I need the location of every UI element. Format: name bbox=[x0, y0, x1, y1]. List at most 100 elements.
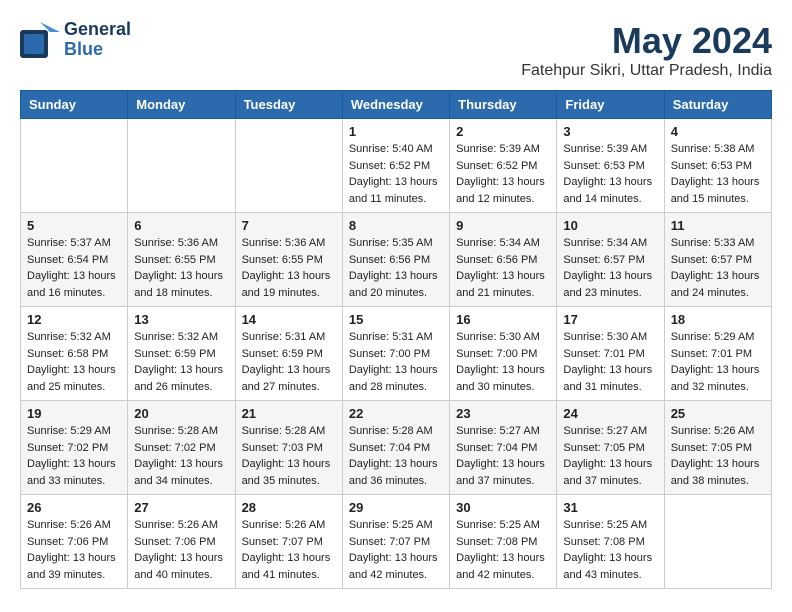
sunset-text: Sunset: 7:07 PM bbox=[242, 536, 323, 548]
calendar-cell: 18 Sunrise: 5:29 AM Sunset: 7:01 PM Dayl… bbox=[664, 307, 771, 401]
sunset-text: Sunset: 7:05 PM bbox=[671, 442, 752, 454]
calendar-cell: 19 Sunrise: 5:29 AM Sunset: 7:02 PM Dayl… bbox=[21, 401, 128, 495]
sunrise-text: Sunrise: 5:32 AM bbox=[134, 331, 218, 343]
daylight-text: Daylight: 13 hours and 36 minutes. bbox=[349, 458, 438, 487]
day-info: Sunrise: 5:37 AM Sunset: 6:54 PM Dayligh… bbox=[27, 235, 121, 301]
day-number: 31 bbox=[563, 500, 657, 515]
sunrise-text: Sunrise: 5:26 AM bbox=[27, 519, 111, 531]
day-info: Sunrise: 5:26 AM Sunset: 7:05 PM Dayligh… bbox=[671, 423, 765, 489]
calendar-day-header: Thursday bbox=[450, 91, 557, 119]
calendar-cell: 17 Sunrise: 5:30 AM Sunset: 7:01 PM Dayl… bbox=[557, 307, 664, 401]
sunset-text: Sunset: 6:57 PM bbox=[671, 254, 752, 266]
day-info: Sunrise: 5:25 AM Sunset: 7:07 PM Dayligh… bbox=[349, 517, 443, 583]
day-info: Sunrise: 5:36 AM Sunset: 6:55 PM Dayligh… bbox=[134, 235, 228, 301]
calendar-day-header: Sunday bbox=[21, 91, 128, 119]
calendar-week-row: 1 Sunrise: 5:40 AM Sunset: 6:52 PM Dayli… bbox=[21, 119, 772, 213]
sunset-text: Sunset: 6:53 PM bbox=[563, 160, 644, 172]
calendar-day-header: Monday bbox=[128, 91, 235, 119]
calendar-cell: 28 Sunrise: 5:26 AM Sunset: 7:07 PM Dayl… bbox=[235, 495, 342, 589]
daylight-text: Daylight: 13 hours and 40 minutes. bbox=[134, 552, 223, 581]
day-number: 19 bbox=[27, 406, 121, 421]
sunset-text: Sunset: 6:53 PM bbox=[671, 160, 752, 172]
sunset-text: Sunset: 6:57 PM bbox=[563, 254, 644, 266]
sunrise-text: Sunrise: 5:39 AM bbox=[563, 143, 647, 155]
daylight-text: Daylight: 13 hours and 41 minutes. bbox=[242, 552, 331, 581]
sunset-text: Sunset: 6:58 PM bbox=[27, 348, 108, 360]
day-info: Sunrise: 5:32 AM Sunset: 6:59 PM Dayligh… bbox=[134, 329, 228, 395]
day-info: Sunrise: 5:32 AM Sunset: 6:58 PM Dayligh… bbox=[27, 329, 121, 395]
sunset-text: Sunset: 6:52 PM bbox=[456, 160, 537, 172]
calendar-cell: 21 Sunrise: 5:28 AM Sunset: 7:03 PM Dayl… bbox=[235, 401, 342, 495]
subtitle: Fatehpur Sikri, Uttar Pradesh, India bbox=[521, 62, 772, 80]
calendar-cell: 11 Sunrise: 5:33 AM Sunset: 6:57 PM Dayl… bbox=[664, 213, 771, 307]
day-number: 17 bbox=[563, 312, 657, 327]
sunset-text: Sunset: 7:01 PM bbox=[671, 348, 752, 360]
sunset-text: Sunset: 7:03 PM bbox=[242, 442, 323, 454]
daylight-text: Daylight: 13 hours and 20 minutes. bbox=[349, 270, 438, 299]
sunset-text: Sunset: 6:59 PM bbox=[134, 348, 215, 360]
sunrise-text: Sunrise: 5:29 AM bbox=[671, 331, 755, 343]
daylight-text: Daylight: 13 hours and 37 minutes. bbox=[563, 458, 652, 487]
sunrise-text: Sunrise: 5:37 AM bbox=[27, 237, 111, 249]
daylight-text: Daylight: 13 hours and 12 minutes. bbox=[456, 176, 545, 205]
daylight-text: Daylight: 13 hours and 32 minutes. bbox=[671, 364, 760, 393]
sunrise-text: Sunrise: 5:27 AM bbox=[456, 425, 540, 437]
day-number: 6 bbox=[134, 218, 228, 233]
daylight-text: Daylight: 13 hours and 16 minutes. bbox=[27, 270, 116, 299]
sunset-text: Sunset: 7:07 PM bbox=[349, 536, 430, 548]
sunset-text: Sunset: 7:01 PM bbox=[563, 348, 644, 360]
day-info: Sunrise: 5:30 AM Sunset: 7:00 PM Dayligh… bbox=[456, 329, 550, 395]
sunset-text: Sunset: 6:56 PM bbox=[349, 254, 430, 266]
daylight-text: Daylight: 13 hours and 14 minutes. bbox=[563, 176, 652, 205]
day-number: 10 bbox=[563, 218, 657, 233]
day-info: Sunrise: 5:28 AM Sunset: 7:02 PM Dayligh… bbox=[134, 423, 228, 489]
calendar-cell: 26 Sunrise: 5:26 AM Sunset: 7:06 PM Dayl… bbox=[21, 495, 128, 589]
day-info: Sunrise: 5:33 AM Sunset: 6:57 PM Dayligh… bbox=[671, 235, 765, 301]
sunset-text: Sunset: 7:02 PM bbox=[134, 442, 215, 454]
sunrise-text: Sunrise: 5:29 AM bbox=[27, 425, 111, 437]
sunset-text: Sunset: 7:02 PM bbox=[27, 442, 108, 454]
calendar-cell: 24 Sunrise: 5:27 AM Sunset: 7:05 PM Dayl… bbox=[557, 401, 664, 495]
day-info: Sunrise: 5:38 AM Sunset: 6:53 PM Dayligh… bbox=[671, 141, 765, 207]
sunset-text: Sunset: 6:55 PM bbox=[242, 254, 323, 266]
daylight-text: Daylight: 13 hours and 28 minutes. bbox=[349, 364, 438, 393]
logo: General Blue bbox=[20, 20, 131, 60]
sunset-text: Sunset: 7:06 PM bbox=[27, 536, 108, 548]
calendar-cell bbox=[235, 119, 342, 213]
calendar-cell: 15 Sunrise: 5:31 AM Sunset: 7:00 PM Dayl… bbox=[342, 307, 449, 401]
day-number: 15 bbox=[349, 312, 443, 327]
calendar-cell: 31 Sunrise: 5:25 AM Sunset: 7:08 PM Dayl… bbox=[557, 495, 664, 589]
daylight-text: Daylight: 13 hours and 27 minutes. bbox=[242, 364, 331, 393]
sunset-text: Sunset: 6:52 PM bbox=[349, 160, 430, 172]
sunrise-text: Sunrise: 5:30 AM bbox=[456, 331, 540, 343]
calendar-cell: 13 Sunrise: 5:32 AM Sunset: 6:59 PM Dayl… bbox=[128, 307, 235, 401]
day-info: Sunrise: 5:34 AM Sunset: 6:56 PM Dayligh… bbox=[456, 235, 550, 301]
day-number: 24 bbox=[563, 406, 657, 421]
sunrise-text: Sunrise: 5:25 AM bbox=[349, 519, 433, 531]
daylight-text: Daylight: 13 hours and 42 minutes. bbox=[349, 552, 438, 581]
sunrise-text: Sunrise: 5:28 AM bbox=[134, 425, 218, 437]
calendar-cell: 23 Sunrise: 5:27 AM Sunset: 7:04 PM Dayl… bbox=[450, 401, 557, 495]
calendar-day-header: Wednesday bbox=[342, 91, 449, 119]
day-info: Sunrise: 5:36 AM Sunset: 6:55 PM Dayligh… bbox=[242, 235, 336, 301]
day-info: Sunrise: 5:26 AM Sunset: 7:07 PM Dayligh… bbox=[242, 517, 336, 583]
daylight-text: Daylight: 13 hours and 37 minutes. bbox=[456, 458, 545, 487]
calendar-cell: 7 Sunrise: 5:36 AM Sunset: 6:55 PM Dayli… bbox=[235, 213, 342, 307]
day-number: 28 bbox=[242, 500, 336, 515]
day-info: Sunrise: 5:34 AM Sunset: 6:57 PM Dayligh… bbox=[563, 235, 657, 301]
sunset-text: Sunset: 7:00 PM bbox=[456, 348, 537, 360]
calendar-week-row: 12 Sunrise: 5:32 AM Sunset: 6:58 PM Dayl… bbox=[21, 307, 772, 401]
sunrise-text: Sunrise: 5:31 AM bbox=[349, 331, 433, 343]
sunrise-text: Sunrise: 5:34 AM bbox=[563, 237, 647, 249]
day-info: Sunrise: 5:28 AM Sunset: 7:03 PM Dayligh… bbox=[242, 423, 336, 489]
calendar-cell bbox=[664, 495, 771, 589]
day-number: 3 bbox=[563, 124, 657, 139]
sunset-text: Sunset: 7:04 PM bbox=[456, 442, 537, 454]
sunset-text: Sunset: 6:54 PM bbox=[27, 254, 108, 266]
sunset-text: Sunset: 7:08 PM bbox=[456, 536, 537, 548]
sunrise-text: Sunrise: 5:36 AM bbox=[242, 237, 326, 249]
daylight-text: Daylight: 13 hours and 34 minutes. bbox=[134, 458, 223, 487]
calendar-day-header: Tuesday bbox=[235, 91, 342, 119]
sunset-text: Sunset: 6:55 PM bbox=[134, 254, 215, 266]
day-info: Sunrise: 5:29 AM Sunset: 7:01 PM Dayligh… bbox=[671, 329, 765, 395]
